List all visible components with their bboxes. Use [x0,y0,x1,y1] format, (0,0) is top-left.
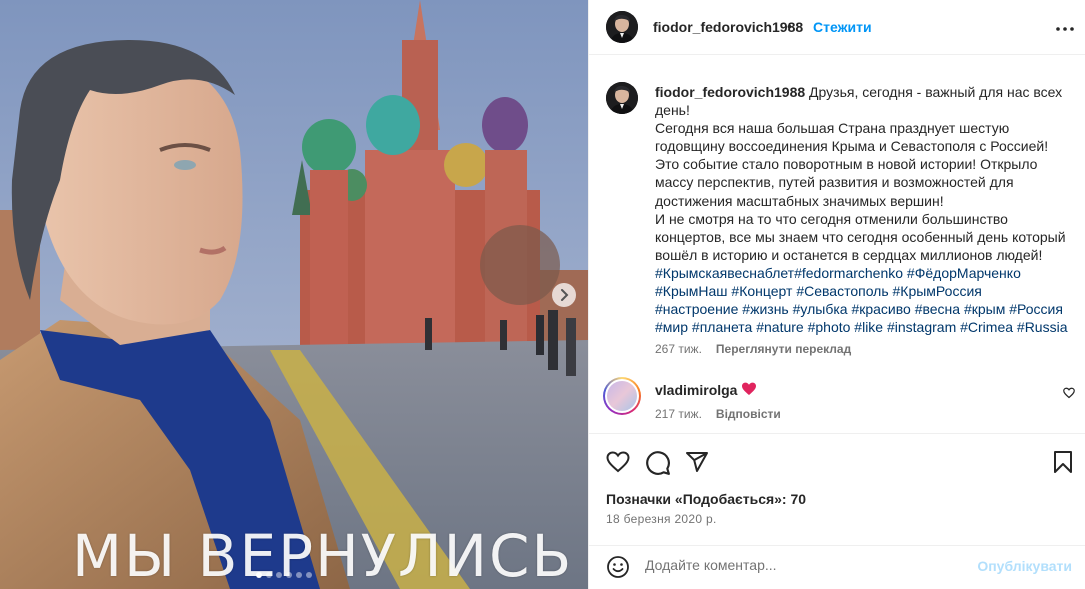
more-options-icon[interactable] [1054,18,1076,40]
caption-line: концертов, все мы знаем что сегодня особ… [655,228,1066,245]
add-comment-bar: Опублікувати [589,545,1085,589]
publish-button[interactable]: Опублікувати [977,558,1072,574]
carousel-dot [256,572,262,578]
like-heart-icon[interactable] [605,450,631,474]
carousel-dot [276,572,282,578]
follow-button[interactable]: Стежити [813,19,872,35]
carousel-dot [286,572,292,578]
caption-line: Это событие стало поворотным в новой ист… [655,156,1038,173]
hashtag-line[interactable]: #настроение #жизнь #улыбка #красиво #вес… [655,300,1073,318]
caption-timestamp[interactable]: 267 тиж. [655,342,702,356]
comment-username-link[interactable]: vladimirolga [655,382,737,398]
caption-line: годовщину воссоединения Крыма и Севастоп… [655,138,1049,155]
profile-photo-icon [606,11,638,43]
avatar[interactable] [606,11,638,43]
comment-meta: 217 тиж. Відповісти [655,407,781,421]
see-translation-button[interactable]: Переглянути переклад [716,342,851,356]
post-header: fiodor_fedorovich1988 • Стежити [589,0,1085,55]
post-caption: fiodor_fedorovich1988 Друзья, сегодня - … [655,83,1073,336]
post-date[interactable]: 18 березня 2020 р. [606,512,717,526]
post-details-panel: fiodor_fedorovich1988 • Стежити fiodor_f… [588,0,1085,589]
carousel-dots [256,572,312,578]
hashtag-line[interactable]: #КрымНаш #Концерт #Севастополь #КрымРосс… [655,282,1073,300]
avatar-ring [605,379,639,413]
chevron-right-icon [561,289,569,301]
caption-first-line: fiodor_fedorovich1988 Друзья, сегодня - … [655,83,1073,101]
caption-line: вошёл в историю и останется в сердцах ми… [655,246,1043,263]
post-image [0,0,588,589]
header-username-link[interactable]: fiodor_fedorovich1988 [653,19,803,35]
share-paper-plane-icon[interactable] [685,450,709,474]
carousel-dot [266,572,272,578]
reply-button[interactable]: Відповісти [716,407,781,421]
comment-like-heart-icon[interactable] [1063,387,1075,399]
caption-line: Сегодня вся наша большая Страна празднуе… [655,120,1010,137]
emoji-smiley-icon[interactable] [606,555,630,579]
comments-section: fiodor_fedorovich1988 Друзья, сегодня - … [589,56,1085,434]
caption-line: Друзья, сегодня - важный для нас всех [809,84,1063,100]
caption-line: день! [655,102,690,119]
commenter-photo [607,381,637,411]
comment-bubble-icon[interactable] [645,450,671,476]
carousel-dot [306,572,312,578]
profile-photo-icon [606,82,638,114]
caption-meta: 267 тиж. Переглянути переклад [655,342,851,356]
caption-line: И не смотря на то что сегодня отменили б… [655,210,1008,227]
commenter-avatar[interactable] [603,377,641,415]
save-bookmark-icon[interactable] [1052,450,1074,474]
likes-count[interactable]: Позначки «Подобається»: 70 [606,491,806,507]
post-actions: Позначки «Подобається»: 70 18 березня 20… [589,435,1085,555]
photo-overlay-text: МЫ ВЕРНУЛИСЬ [72,522,574,589]
separator-dot: • [787,18,792,34]
caption-username-link[interactable]: fiodor_fedorovich1988 [655,84,805,100]
carousel-dot [296,572,302,578]
post-photo: МЫ ВЕРНУЛИСЬ [0,0,588,589]
avatar[interactable] [606,82,638,114]
comment-timestamp[interactable]: 217 тиж. [655,407,702,421]
caption-line: достижения масштабных значимых вершин! [655,192,944,209]
caption-line: массу перспектив, путей развития и возмо… [655,174,1014,191]
carousel-next-button[interactable] [552,283,576,307]
hashtag-line[interactable]: #мир #планета #nature #photo #like #inst… [655,318,1073,336]
comment-input[interactable] [645,554,975,576]
red-heart-emoji-icon [742,382,756,395]
hashtag-line[interactable]: #Крымскаявеснаблет#fedormarchenko #Фёдор… [655,264,1073,282]
